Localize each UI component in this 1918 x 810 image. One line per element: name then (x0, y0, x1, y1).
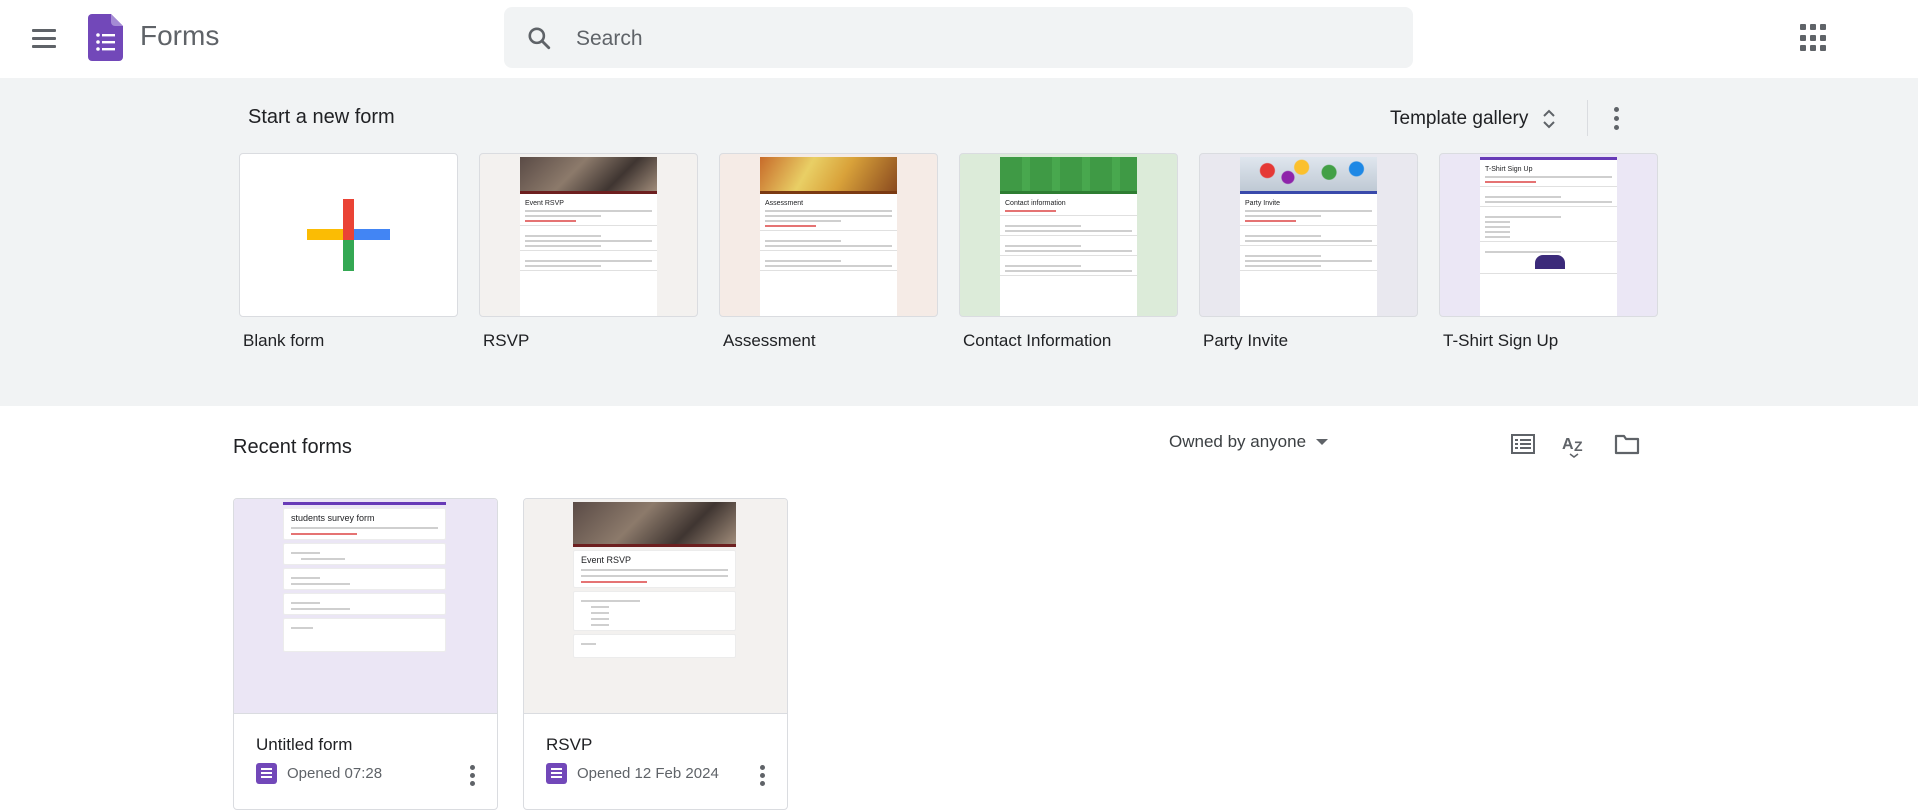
form-preview: Event RSVP (573, 502, 736, 713)
section-title-recent: Recent forms (233, 436, 352, 458)
form-preview: Assessment (760, 157, 897, 316)
template-gallery-label: Template gallery (1390, 108, 1529, 129)
sort-az-icon[interactable]: A Z (1558, 428, 1590, 460)
more-options-icon[interactable] (1602, 102, 1630, 134)
start-new-form-section: Start a new form Template gallery Blank … (0, 78, 1918, 406)
photo-banner (760, 157, 897, 191)
form-name: Untitled form (256, 735, 353, 754)
template-thumbnail: T-Shirt Sign Up (1439, 153, 1658, 317)
list-view-icon[interactable] (1507, 428, 1539, 460)
preview-title: Assessment (765, 200, 804, 207)
more-options-icon[interactable] (462, 761, 482, 789)
form-preview: Party Invite (1240, 157, 1377, 316)
unfold-more-icon (1543, 109, 1556, 129)
svg-text:Z: Z (1574, 438, 1583, 454)
preview-title: students survey form (291, 513, 375, 523)
form-thumbnail: Event RSVP (524, 499, 787, 714)
forms-logo-icon[interactable] (88, 14, 123, 61)
template-gallery-button[interactable]: Template gallery (1390, 104, 1556, 134)
template-label: Contact Information (963, 331, 1112, 350)
template-blank-form[interactable]: Blank form (239, 153, 458, 351)
template-contact-information[interactable]: Contact information Contact Information (959, 153, 1178, 351)
dropdown-arrow-icon (1316, 439, 1329, 445)
app-header: Forms (0, 0, 1918, 77)
preview-title: Party Invite (1245, 200, 1281, 207)
opened-time: Opened 07:28 (287, 765, 383, 782)
hamburger-menu-icon (32, 28, 56, 32)
recent-form-card[interactable]: Event RSVP RSVP Opened 12 Feb 2024 (523, 498, 788, 810)
more-options-icon[interactable] (752, 761, 772, 789)
google-apps-grid-icon[interactable] (1800, 24, 1828, 52)
owner-filter-dropdown[interactable]: Owned by anyone (1169, 432, 1329, 452)
tshirt-image (1535, 255, 1565, 269)
plus-icon (307, 199, 390, 271)
template-label: RSVP (483, 331, 530, 350)
template-label: Party Invite (1203, 331, 1289, 350)
form-name: RSVP (546, 735, 593, 754)
template-thumbnail: Contact information (959, 153, 1178, 317)
balloons-banner (1240, 157, 1377, 191)
opened-time: Opened 12 Feb 2024 (577, 765, 719, 782)
form-preview: Event RSVP (520, 157, 657, 316)
main-menu-button[interactable] (24, 18, 64, 58)
preview-title: Event RSVP (581, 555, 632, 565)
form-preview: T-Shirt Sign Up (1480, 157, 1617, 316)
template-thumbnail: Assessment (719, 153, 938, 317)
recent-form-card[interactable]: students survey form Untitled form Opene… (233, 498, 498, 810)
preview-title: Contact information (1005, 200, 1066, 207)
owner-filter-label: Owned by anyone (1169, 432, 1307, 451)
preview-title: T-Shirt Sign Up (1485, 166, 1533, 173)
folder-icon[interactable] (1611, 428, 1643, 460)
template-thumbnail: Party Invite (1199, 153, 1418, 317)
template-label: T-Shirt Sign Up (1443, 331, 1559, 350)
form-preview: students survey form (283, 502, 446, 713)
template-rsvp[interactable]: Event RSVP RSVP (479, 153, 698, 351)
search-icon[interactable] (526, 25, 552, 51)
photo-banner (573, 502, 736, 544)
form-preview: Contact information (1000, 157, 1137, 316)
template-label: Blank form (243, 331, 325, 350)
section-title-start: Start a new form (248, 106, 395, 128)
pattern-banner (1000, 157, 1137, 191)
app-title[interactable]: Forms (140, 20, 219, 52)
forms-file-icon (256, 763, 277, 784)
search-bar[interactable] (504, 7, 1413, 70)
template-thumbnail (239, 153, 458, 317)
photo-banner (520, 157, 657, 191)
template-label: Assessment (723, 331, 816, 350)
template-tshirt-sign-up[interactable]: T-Shirt Sign Up T-Shirt Sign Up (1439, 153, 1658, 351)
template-thumbnail: Event RSVP (479, 153, 698, 317)
template-party-invite[interactable]: Party Invite Party Invite (1199, 153, 1418, 351)
svg-text:A: A (1562, 436, 1574, 453)
search-input[interactable] (574, 7, 1378, 70)
template-assessment[interactable]: Assessment Assessment (719, 153, 938, 351)
form-thumbnail: students survey form (234, 499, 497, 714)
preview-title: Event RSVP (525, 200, 564, 207)
forms-file-icon (546, 763, 567, 784)
divider (1587, 100, 1588, 136)
